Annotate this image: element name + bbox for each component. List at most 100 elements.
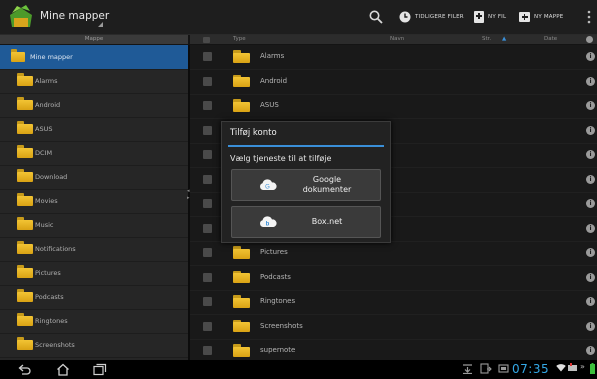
file-list-header: Type Navn Str. ▲ Date [190,35,597,44]
info-icon[interactable]: i [586,223,595,233]
keyboard-status-icon [568,363,577,371]
info-icon[interactable]: i [586,150,595,159]
overflow-menu-icon[interactable] [587,10,591,24]
folder-icon [233,295,250,308]
file-row[interactable]: Alarms i [190,45,597,70]
type-column-header[interactable]: Type [233,35,246,44]
info-icon[interactable]: i [586,199,595,208]
boxnet-option-button[interactable]: b Box.net [231,206,381,238]
folder-icon [17,217,33,230]
folder-tree-item[interactable]: DCIM [0,141,188,166]
row-checkbox[interactable] [203,125,212,135]
row-checkbox[interactable] [203,76,212,86]
folder-tree-item[interactable]: Notifications [0,237,188,262]
info-icon[interactable]: i [586,125,595,135]
folder-tree-item[interactable]: ASUS [0,117,188,142]
new-folder-button[interactable]: NY MAPPE [519,9,563,25]
row-checkbox[interactable] [203,199,212,208]
file-name: Android [260,76,288,85]
google-docs-label-line2: dokumenter [302,185,352,194]
row-checkbox[interactable] [203,321,212,331]
folder-icon [17,313,33,326]
dialog-title-divider [228,145,384,147]
spinner-indicator-icon [98,22,103,27]
row-checkbox[interactable] [203,346,212,355]
folder-icon [233,99,250,112]
folder-tree-root[interactable]: Mine mapper [0,45,188,70]
folder-tree-label: DCIM [35,149,53,157]
file-name: supernote [260,346,296,354]
folder-icon [17,121,33,134]
info-icon[interactable]: i [586,101,595,110]
folder-tree-label: Ringtones [35,317,68,325]
info-icon[interactable]: i [586,52,595,61]
folder-tree-label: Alarms [35,77,58,85]
folder-tree-label: Download [35,173,68,181]
folder-tree-label: Movies [35,197,58,205]
recent-apps-icon[interactable] [93,363,107,376]
folder-icon [233,246,250,259]
folder-icon [17,265,33,278]
new-folder-label: NY MAPPE [534,14,564,20]
row-checkbox[interactable] [203,272,212,282]
info-icon[interactable]: i [586,346,595,355]
download-notification-icon[interactable] [462,363,473,374]
row-checkbox[interactable] [203,297,212,306]
screenshot-notification-icon[interactable] [498,363,509,374]
new-file-label: NY FIL [488,14,507,20]
row-checkbox[interactable] [203,174,212,184]
file-row[interactable]: Screenshots i [190,315,597,340]
svg-text:b: b [266,222,270,228]
folder-icon [233,319,250,333]
file-name: ASUS [260,101,279,109]
dialog-title: Tilføj konto [230,128,277,138]
file-notification-icon[interactable] [480,363,492,374]
size-column-header[interactable]: Str. [482,35,491,44]
info-icon[interactable]: i [586,76,595,86]
folder-tree-label: Screenshots [35,341,75,349]
folder-tree-label: ASUS [35,125,53,133]
home-icon[interactable] [56,363,70,376]
row-checkbox[interactable] [203,248,212,257]
battery-icon [590,363,595,374]
folder-tree-item[interactable]: Music [0,213,188,238]
folder-tree-item[interactable]: Podcasts [0,285,188,310]
row-checkbox[interactable] [203,101,212,110]
file-row[interactable]: Ringtones i [190,290,597,315]
clock-icon [399,11,411,23]
file-row[interactable]: Android i [190,70,597,95]
expand-status-icon[interactable]: » [580,362,585,371]
folder-tree-item[interactable]: Movies [0,189,188,214]
folder-tree-item[interactable]: Pictures [0,261,188,286]
file-row[interactable]: Pictures i [190,241,597,266]
folder-tree-item[interactable]: Screenshots [0,333,188,358]
app-logo-icon[interactable] [8,5,34,29]
info-icon[interactable]: i [586,321,595,331]
folder-icon [17,289,33,302]
row-checkbox[interactable] [203,150,212,159]
row-checkbox[interactable] [203,223,212,233]
name-column-header[interactable]: Navn [390,35,404,44]
folder-tree-item[interactable]: Download [0,165,188,190]
select-all-checkbox[interactable] [203,36,210,43]
new-file-button[interactable]: NY FIL [474,9,506,25]
folder-tree-item[interactable]: Android [0,93,188,118]
folder-tree-item[interactable]: Ringtones [0,309,188,334]
folder-spinner-title[interactable]: Mine mapper [40,10,109,22]
google-docs-option-button[interactable]: G Google dokumenter [231,169,381,201]
back-icon[interactable] [18,363,32,375]
system-navigation-bar: 07:35 » [0,360,597,379]
folder-tree-item[interactable]: Alarms [0,69,188,94]
info-icon[interactable]: i [586,248,595,257]
info-icon[interactable]: i [586,272,595,282]
status-clock[interactable]: 07:35 [512,362,549,376]
date-column-header[interactable]: Date [544,35,557,44]
info-icon[interactable]: i [586,174,595,184]
recent-files-button[interactable]: TIDLIGERE FILER [399,9,464,25]
search-icon[interactable] [369,10,383,24]
row-checkbox[interactable] [203,52,212,61]
file-row[interactable]: ASUS i [190,94,597,119]
file-row[interactable]: Podcasts i [190,266,597,291]
info-icon[interactable]: i [586,297,595,306]
folder-tree: Mine mapper Alarms Android ASUS DCIM Download… [0,45,188,360]
